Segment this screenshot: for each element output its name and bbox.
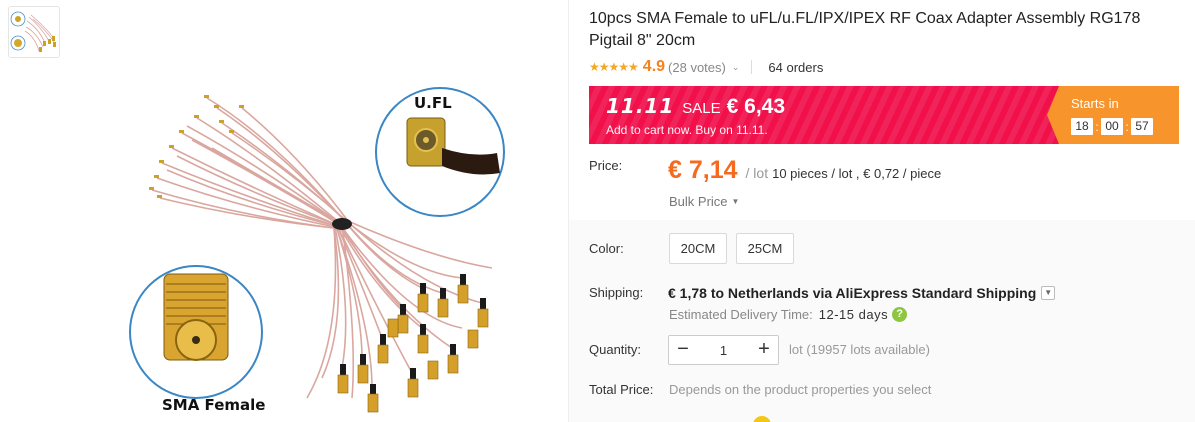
color-option-25cm[interactable]: 25CM [736, 233, 794, 264]
shipping-text: € 1,78 to Netherlands via AliExpress Sta… [668, 285, 1037, 301]
chevron-down-icon[interactable]: ▼ [1041, 286, 1056, 300]
quantity-input[interactable] [697, 342, 750, 358]
sale-banner: 11.11 SALE € 6,43 Add to cart now. Buy o… [589, 86, 1179, 144]
product-title: 10pcs SMA Female to uFL/u.FL/IPX/IPEX RF… [589, 10, 1141, 49]
delivery-estimate: Estimated Delivery Time: 12-15 days ? [669, 307, 908, 322]
question-icon[interactable]: ? [892, 307, 908, 322]
delivery-label: Estimated Delivery Time: [669, 307, 813, 322]
product-photo: U.FL SMA Female [122, 78, 514, 414]
price-label: Price: [589, 158, 623, 173]
delivery-days: 12-15 days [818, 307, 889, 322]
quantity-available: lot (19957 lots available) [789, 342, 930, 357]
rating-score: 4.9 [642, 58, 666, 75]
starts-in-label: Starts in [1071, 96, 1119, 111]
price-unit: / lot [745, 165, 769, 181]
shipping-method[interactable]: € 1,78 to Netherlands via AliExpress Sta… [668, 285, 1056, 301]
star-rating-icon: ★★★★★ [589, 60, 639, 74]
quantity-label: Quantity: [589, 342, 642, 357]
product-main-image[interactable]: U.FL SMA Female [122, 78, 514, 414]
timer-hours: 18 [1071, 118, 1093, 135]
quantity-increase-button[interactable]: + [750, 336, 778, 364]
shipping-label: Shipping: [589, 285, 644, 300]
sale-price: € 6,43 [726, 95, 786, 118]
price-per-piece: 10 pieces / lot , € 0,72 / piece [772, 166, 942, 181]
total-price-note: Depends on the product properties you se… [669, 382, 932, 397]
timer-colon: : [1125, 119, 1129, 134]
caret-down-icon: ▼ [731, 197, 740, 206]
color-label: Color: [589, 241, 624, 256]
countdown-panel [1047, 86, 1179, 144]
sma-label: SMA Female [162, 396, 265, 414]
quantity-stepper: − + [668, 335, 779, 365]
orders-count: 64 orders [768, 59, 824, 75]
thumbnail-1[interactable] [8, 6, 60, 58]
price-block: € 7,14 / lot 10 pieces / lot , € 0,72 / … [668, 156, 941, 185]
color-option-20cm[interactable]: 20CM [669, 233, 727, 264]
price-value: € 7,14 [668, 156, 738, 184]
bulk-price-label: Bulk Price [669, 194, 728, 209]
timer-colon: : [1095, 119, 1099, 134]
sale-word: SALE [682, 100, 721, 117]
timer-seconds: 57 [1131, 118, 1153, 135]
total-price-label: Total Price: [589, 382, 654, 397]
countdown-timer: 18 : 00 : 57 [1071, 118, 1153, 135]
sale-brand-logo: 11.11 [606, 94, 675, 118]
sale-subtitle: Add to cart now. Buy on 11.11. [606, 123, 768, 137]
ufl-label: U.FL [414, 94, 452, 112]
sale-headline: 11.11 SALE € 6,43 [606, 94, 785, 119]
rating-votes[interactable]: (28 votes) [668, 60, 726, 75]
timer-minutes: 00 [1101, 118, 1123, 135]
thumbnail-image [9, 7, 59, 57]
quantity-decrease-button[interactable]: − [669, 336, 697, 364]
chevron-down-icon[interactable]: ⌄ [732, 62, 740, 73]
divider [751, 60, 753, 74]
bulk-price-toggle[interactable]: Bulk Price ▼ [669, 194, 739, 209]
rating-row: ★★★★★ 4.9 (28 votes) ⌄ 64 orders [589, 58, 823, 76]
